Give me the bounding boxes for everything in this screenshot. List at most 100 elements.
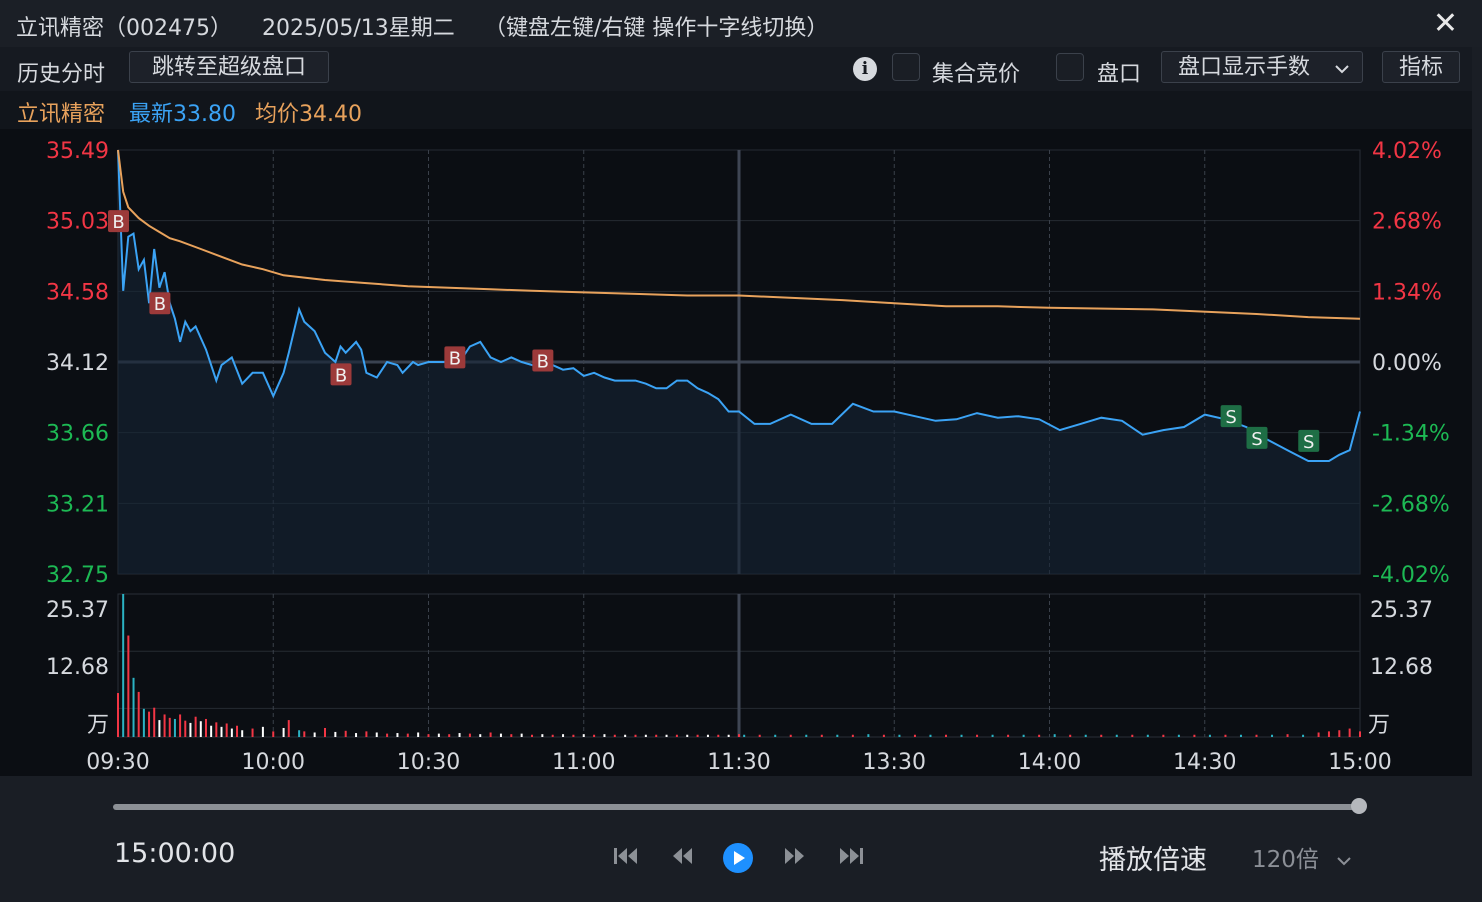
- volume-bar: [303, 731, 306, 737]
- volume-bar: [1359, 731, 1361, 737]
- stock-code: （002475）: [104, 16, 232, 41]
- volume-bar: [789, 734, 792, 737]
- step-back-icon[interactable]: [670, 846, 696, 866]
- volume-tick-label: 12.68: [1370, 655, 1433, 680]
- info-icon[interactable]: i: [853, 57, 877, 81]
- volume-bar: [355, 733, 358, 737]
- volume-bar: [743, 734, 746, 737]
- volume-bar: [1069, 734, 1072, 737]
- right-edge-strip: [1472, 47, 1482, 902]
- volume-bar: [738, 734, 740, 737]
- intraday-chart-svg[interactable]: 35.49 35.03 34.58 34.12 33.66 33.21 32.75 4.02%…: [0, 129, 1472, 776]
- volume-bar: [1007, 734, 1010, 737]
- playback-speed-label: 播放倍速: [1099, 845, 1207, 876]
- volume-bar: [706, 734, 709, 737]
- time-axis-label: 10:00: [242, 750, 305, 775]
- volume-bar: [142, 708, 145, 737]
- volume-bar: [396, 733, 399, 737]
- volume-bar: [644, 734, 647, 737]
- volume-bar: [272, 731, 275, 737]
- volume-bar: [334, 731, 337, 737]
- pankou-label: 盘口: [1097, 62, 1142, 87]
- play-button[interactable]: [723, 843, 753, 873]
- price-tick-label: 35.03: [46, 210, 109, 235]
- volume-bar: [230, 728, 233, 737]
- volume-bar: [189, 722, 192, 737]
- step-forward-icon[interactable]: [782, 846, 808, 866]
- volume-bar: [1317, 732, 1320, 737]
- playback-progress-slider[interactable]: [113, 804, 1361, 810]
- time-axis-label: 14:30: [1173, 750, 1236, 775]
- volume-bar: [562, 734, 565, 737]
- volume-bar: [215, 722, 218, 737]
- marker-label: B: [112, 212, 124, 233]
- pankou-display-select[interactable]: 盘口显示手数: [1161, 51, 1363, 83]
- jump-super-pankou-button[interactable]: 跳转至超级盘口: [129, 51, 329, 83]
- volume-bar: [406, 733, 409, 737]
- time-axis-label: 10:30: [397, 750, 460, 775]
- volume-bar: [1208, 734, 1211, 737]
- volume-bar: [375, 732, 378, 737]
- marker-label: S: [1225, 407, 1236, 428]
- price-tick-label: 35.49: [46, 139, 109, 164]
- volume-bar: [1286, 734, 1289, 737]
- date-label: 2025/05/13星期二: [262, 16, 455, 41]
- volume-bar: [458, 733, 461, 737]
- playback-progress-knob[interactable]: [1351, 798, 1367, 814]
- volume-bar: [820, 734, 823, 737]
- percent-tick-label: 2.68%: [1372, 210, 1442, 235]
- time-axis-label: 09:30: [86, 750, 149, 775]
- price-tick-label: 32.75: [46, 563, 109, 588]
- volume-unit-label: 万: [87, 713, 109, 738]
- volume-tick-label: 25.37: [1370, 598, 1433, 623]
- pankou-checkbox[interactable]: [1056, 53, 1084, 81]
- price-tick-label: 34.12: [46, 351, 109, 376]
- marker-label: B: [449, 348, 461, 369]
- chevron-down-icon: [1335, 65, 1349, 74]
- volume-bar: [448, 734, 451, 737]
- price-tick-label: 33.21: [46, 492, 109, 517]
- volume-bar: [210, 725, 213, 737]
- volume-bar: [313, 732, 316, 737]
- intraday-chart[interactable]: 35.49 35.03 34.58 34.12 33.66 33.21 32.75 4.02%…: [0, 129, 1472, 776]
- volume-bar: [168, 717, 171, 737]
- percent-tick-label: 1.34%: [1372, 280, 1442, 305]
- pankou-display-value: 盘口显示手数: [1178, 55, 1311, 80]
- indicator-button[interactable]: 指标: [1382, 51, 1460, 83]
- skip-to-end-icon[interactable]: [837, 846, 865, 866]
- volume-bar: [582, 734, 585, 737]
- legend-latest-price: 最新33.80: [129, 102, 236, 127]
- volume-bar: [324, 727, 326, 737]
- volume-unit-label: 万: [1368, 713, 1390, 738]
- marker-label: B: [154, 294, 166, 315]
- volume-bar: [1177, 734, 1180, 737]
- volume-bar: [976, 734, 979, 737]
- volume-bar: [499, 733, 502, 737]
- volume-bar: [867, 734, 870, 737]
- volume-bar: [1338, 730, 1341, 737]
- volume-bar: [137, 691, 140, 737]
- volume-bar: [1224, 734, 1227, 737]
- volume-bar: [624, 734, 627, 737]
- auction-checkbox[interactable]: [892, 53, 920, 81]
- close-icon[interactable]: ✕: [1433, 6, 1458, 41]
- volume-tick-label: 12.68: [46, 655, 109, 680]
- percent-tick-label: 4.02%: [1372, 139, 1442, 164]
- volume-bar: [929, 734, 932, 737]
- marker-label: S: [1251, 429, 1262, 450]
- percent-tick-label: -4.02%: [1372, 563, 1450, 588]
- playback-speed-select[interactable]: 120倍: [1252, 840, 1352, 874]
- volume-bar: [960, 734, 963, 737]
- percent-tick-label: -1.34%: [1372, 422, 1450, 447]
- skip-to-start-icon[interactable]: [612, 846, 640, 866]
- volume-bar: [479, 734, 482, 737]
- volume-bar: [851, 734, 854, 737]
- volume-bar: [282, 727, 285, 737]
- keyboard-hint: （键盘左键/右键 操作十字线切换）: [484, 16, 829, 41]
- buy-marker: B: [149, 292, 171, 315]
- volume-bar: [173, 718, 176, 737]
- volume-bar: [1131, 734, 1134, 737]
- volume-bar: [287, 720, 290, 737]
- volume-bar: [179, 714, 182, 737]
- volume-bar: [163, 714, 166, 737]
